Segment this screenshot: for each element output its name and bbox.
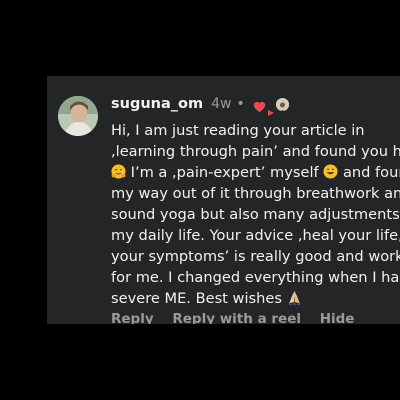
comment-line: my way out of it through breathwork and xyxy=(111,185,400,202)
comment-line: severe ME. Best wishes xyxy=(111,288,399,309)
username-link[interactable]: suguna_om xyxy=(111,96,203,112)
comment-text: Hi, I am just reading your article in ,l… xyxy=(111,120,400,309)
comment-line: for me. I changed everything when I had xyxy=(111,269,400,286)
reply-with-reel-button[interactable]: Reply with a reel xyxy=(172,311,301,324)
reply-button[interactable]: Reply xyxy=(111,311,154,324)
comment-card: suguna_om 4w • Hi, I am just reading you… xyxy=(47,76,400,324)
grinning-sweat-emoji-icon xyxy=(323,164,338,179)
comment-line: sound yoga but also many adjustments in xyxy=(111,206,400,223)
heart-icon xyxy=(253,98,266,113)
comment-line: ,learning through pain’ and found you he… xyxy=(111,143,400,160)
comment-header: suguna_om 4w • xyxy=(111,94,289,116)
comment-line: I’m a ,pain-expert’ myself and found xyxy=(111,162,400,183)
separator-dot: • xyxy=(236,96,245,112)
comment-actions: Reply Reply with a reel Hide xyxy=(111,311,368,324)
comment-line-text: and found xyxy=(342,164,400,181)
comment-line: Hi, I am just reading your article in xyxy=(111,122,365,139)
comment-line: your symptoms’ is really good and worked xyxy=(111,248,400,265)
hugging-face-emoji-icon xyxy=(111,164,126,179)
comment-line-text: I’m a ,pain-expert’ myself xyxy=(126,164,324,181)
comment-line: my daily life. Your advice ,heal your li… xyxy=(111,227,400,244)
hide-button[interactable]: Hide xyxy=(320,311,355,324)
timestamp: 4w xyxy=(211,96,232,112)
user-avatar[interactable] xyxy=(58,96,98,136)
small-arrow-icon xyxy=(267,101,274,116)
comment-line-text: severe ME. Best wishes xyxy=(111,290,287,307)
folded-hands-emoji-icon xyxy=(287,290,302,305)
creator-avatar xyxy=(275,97,289,111)
